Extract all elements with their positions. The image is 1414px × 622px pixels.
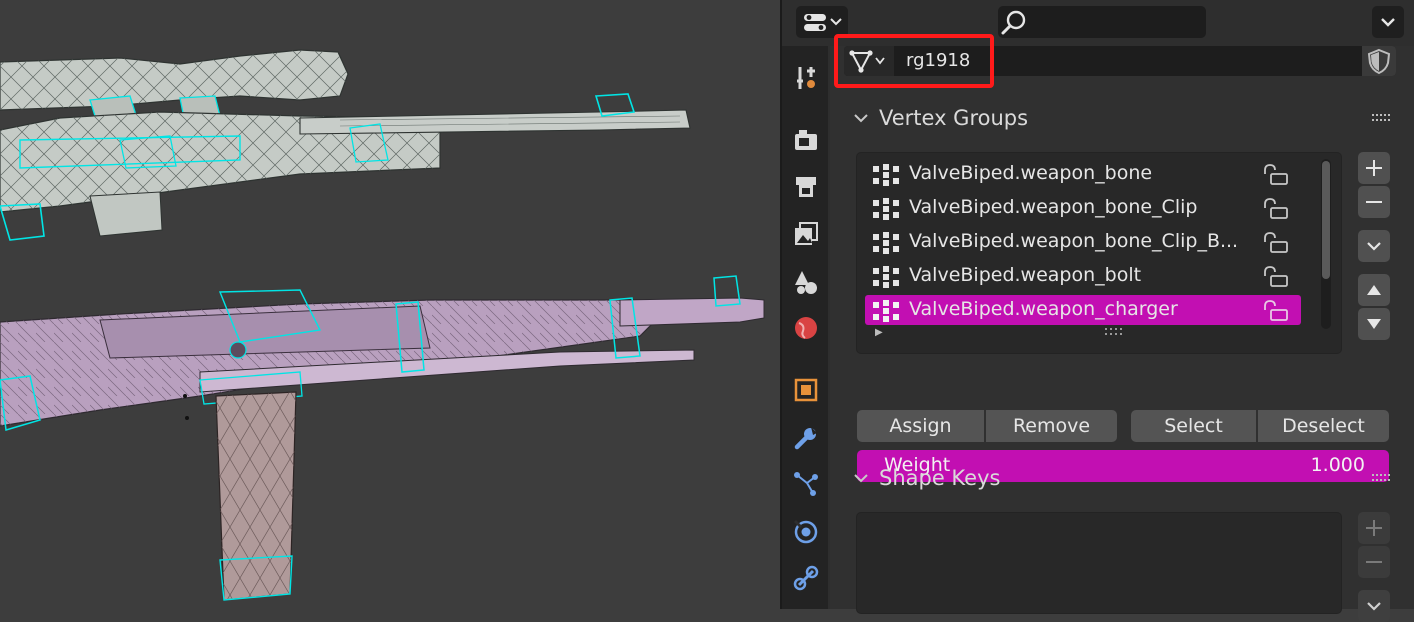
chevron-down-icon [854,114,868,123]
select-button[interactable]: Select [1131,410,1256,442]
vertex-group-name[interactable]: ValveBiped.weapon_bolt [909,264,1141,286]
unlock-icon[interactable] [1261,164,1289,186]
drag-grip-icon[interactable] [1372,474,1392,482]
view-layer-icon [795,222,818,245]
shape-keys-header[interactable]: Shape Keys [830,460,1414,496]
vertex-group-name[interactable]: ValveBiped.weapon_bone [909,162,1152,184]
list-item[interactable]: ValveBiped.weapon_bone [865,159,1301,189]
remove-shape-key-button[interactable] [1358,546,1390,578]
particles-icon [794,472,818,496]
drag-grip-icon[interactable] [1372,114,1392,122]
list-resize-grip-icon[interactable] [1105,328,1125,336]
tool-icon [797,67,815,89]
unlock-icon[interactable] [1261,300,1289,322]
viewport-scene [0,49,765,601]
rifle-top[interactable] [0,49,691,241]
unlock-icon[interactable] [1261,198,1289,220]
list-item[interactable]: ValveBiped.weapon_bone_Clip [865,193,1301,223]
scene-icon [795,271,817,294]
vertex-group-specials-button[interactable] [1358,230,1390,262]
tab-object[interactable] [786,370,826,410]
triangle-down-icon [1367,319,1381,329]
properties-tabs [782,46,828,609]
minus-icon [1366,201,1382,203]
tab-view-layer[interactable] [786,214,826,254]
vertex-group-name[interactable]: ValveBiped.weapon_bone_Clip [909,196,1197,218]
physics-icon [793,519,818,544]
shape-key-list[interactable] [856,512,1342,614]
magazine[interactable] [215,391,297,601]
object-icon [794,378,818,402]
search-icon [1001,10,1026,35]
rifle-bottom[interactable] [0,275,765,431]
properties-editor: rg1918 Vertex Groups ValveBiped.weapon_b… [782,0,1414,622]
list-item-active[interactable]: ValveBiped.weapon_charger [865,295,1301,325]
add-shape-key-button[interactable] [1358,512,1390,544]
properties-content: rg1918 Vertex Groups ValveBiped.weapon_b… [830,34,1414,622]
triangle-up-icon [1367,285,1381,295]
vertex-group-icon [873,232,899,254]
tab-render[interactable] [786,120,826,160]
highlight-annotation [834,34,994,88]
plus-icon [1366,160,1382,176]
vertex-groups-header[interactable]: Vertex Groups [830,100,1414,136]
unlock-icon[interactable] [1261,266,1289,288]
tab-world[interactable] [786,308,826,348]
move-up-button[interactable] [1358,274,1390,306]
list-filter-expand-icon[interactable]: ▶ [875,327,883,338]
remove-button[interactable]: Remove [986,410,1117,442]
scroll-thumb[interactable] [1322,161,1330,279]
vertex-group-name[interactable]: ValveBiped.weapon_bone_Clip_B... [909,230,1238,252]
minus-icon [1366,561,1382,563]
unlock-icon[interactable] [1261,232,1289,254]
render-icon [795,130,817,150]
list-item[interactable]: ValveBiped.weapon_bone_Clip_B... [865,227,1301,257]
constraints-icon [793,565,819,591]
panel-title: Vertex Groups [879,106,1029,130]
shield-icon [1367,48,1391,75]
options-dropdown-button[interactable] [1372,6,1404,38]
chevron-down-icon [854,474,868,483]
3d-viewport[interactable] [0,0,780,609]
list-scrollbar[interactable] [1321,159,1331,329]
output-icon [796,177,816,197]
vertex-group-icon [873,266,899,288]
tab-constraints[interactable] [786,558,826,598]
chevron-down-icon [1381,18,1395,27]
tab-output[interactable] [786,166,826,206]
vertex-group-icon [873,164,899,186]
panel-title: Shape Keys [879,466,1001,490]
move-down-button[interactable] [1358,308,1390,340]
assign-button[interactable]: Assign [857,410,984,442]
plus-icon [1366,520,1382,536]
remove-vertex-group-button[interactable] [1358,186,1390,218]
tab-modifiers[interactable] [786,418,826,458]
chevron-down-icon [1367,242,1381,251]
tab-particles[interactable] [786,464,826,504]
tab-scene[interactable] [786,262,826,302]
shape-key-specials-button[interactable] [1358,590,1390,622]
vertex-group-icon [873,300,899,322]
list-item[interactable]: ValveBiped.weapon_bolt [865,261,1301,291]
chevron-down-icon [1367,602,1381,611]
world-icon [795,317,817,339]
deselect-button[interactable]: Deselect [1258,410,1389,442]
tab-tool[interactable] [786,58,826,98]
search-input[interactable] [998,6,1206,38]
fake-user-button[interactable] [1362,46,1396,76]
vertex-group-icon [873,198,899,220]
vertex-group-name[interactable]: ValveBiped.weapon_charger [909,298,1178,320]
wrench-icon [794,427,817,450]
vertex-group-list[interactable]: ValveBiped.weapon_bone ValveBiped.weapon… [856,152,1342,354]
add-vertex-group-button[interactable] [1358,152,1390,184]
tab-physics[interactable] [786,512,826,552]
